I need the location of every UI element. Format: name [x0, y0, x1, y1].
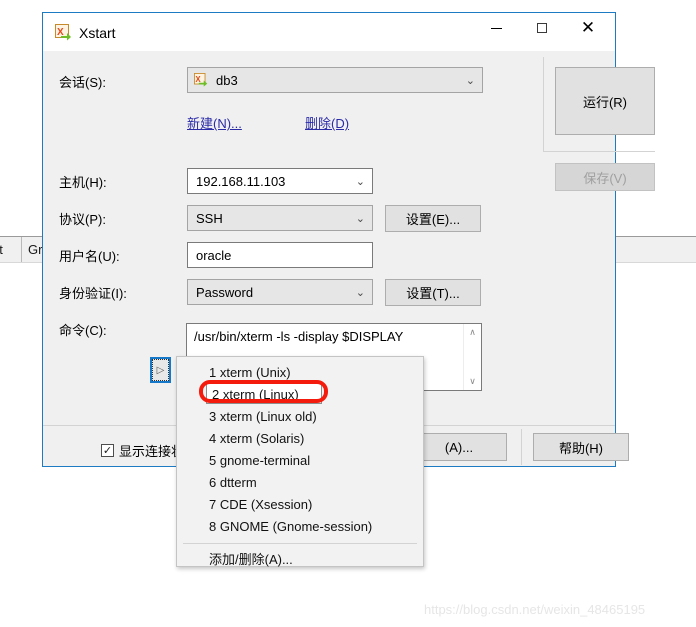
- command-label: 命令(C):: [59, 323, 107, 338]
- session-label: 会话(S):: [59, 75, 106, 90]
- menu-item[interactable]: 7 CDE (Xsession): [177, 494, 423, 516]
- host-combobox[interactable]: 192.168.11.103 ⌄: [187, 168, 373, 194]
- chevron-down-icon: ⌄: [465, 74, 475, 87]
- menu-item[interactable]: 4 xterm (Solaris): [177, 428, 423, 450]
- chevron-down-icon: ⌄: [355, 212, 365, 225]
- chevron-down-icon: ⌄: [355, 286, 365, 299]
- command-scrollbar[interactable]: ∧ ∨: [463, 324, 481, 390]
- right-column-divider: [543, 57, 544, 151]
- protocol-combobox[interactable]: SSH ⌄: [187, 205, 373, 231]
- menu-item-selected[interactable]: 2 xterm (Linux): [177, 383, 423, 406]
- username-label: 用户名(U):: [59, 249, 120, 264]
- authentication-combobox[interactable]: Password ⌄: [187, 279, 373, 305]
- menu-item-add-remove[interactable]: 添加/删除(A)...: [177, 548, 423, 572]
- xstart-icon: X: [55, 24, 71, 41]
- chevron-down-icon: ⌄: [355, 175, 365, 188]
- command-expand-button[interactable]: ▷: [150, 357, 171, 383]
- footer-divider: [521, 429, 522, 465]
- save-button-label: 保存(V): [583, 170, 627, 186]
- menu-item[interactable]: 5 gnome-terminal: [177, 450, 423, 472]
- menu-separator: [183, 543, 417, 544]
- username-value: oracle: [196, 248, 232, 263]
- host-value: 192.168.11.103: [196, 174, 286, 189]
- maximize-button[interactable]: [519, 13, 565, 43]
- protocol-label: 协议(P):: [59, 212, 106, 227]
- authentication-settings-button[interactable]: 设置(T)...: [385, 279, 481, 306]
- checkbox-checked-icon: ✓: [101, 443, 114, 457]
- maximize-icon: [537, 23, 547, 33]
- close-icon: ✕: [580, 17, 596, 38]
- title-bar: X Xstart ✕: [43, 13, 615, 51]
- username-input[interactable]: oracle: [187, 242, 373, 268]
- delete-session-link[interactable]: 删除(D): [305, 115, 349, 133]
- protocol-value: SSH: [196, 211, 223, 226]
- help-button-label: 帮助(H): [558, 440, 604, 456]
- host-label: 主机(H):: [59, 175, 107, 190]
- background-tab-1[interactable]: nt: [0, 237, 22, 262]
- run-button[interactable]: 运行(R): [555, 67, 655, 135]
- right-column-separator: [543, 151, 655, 152]
- run-button-label: 运行(R): [582, 94, 628, 110]
- authentication-label: 身份验证(I):: [59, 286, 127, 301]
- protocol-settings-label: 设置(E)...: [405, 212, 461, 227]
- authentication-settings-label: 设置(T)...: [406, 286, 460, 301]
- session-combobox[interactable]: X db3 ⌄: [187, 67, 483, 93]
- menu-item[interactable]: 3 xterm (Linux old): [177, 406, 423, 428]
- advanced-button-label: (A)...: [444, 439, 474, 455]
- watermark: https://blog.csdn.net/weixin_48465195: [424, 602, 646, 617]
- scroll-down-icon[interactable]: ∨: [464, 373, 481, 390]
- menu-item[interactable]: 1 xterm (Unix): [177, 362, 423, 384]
- svg-text:X: X: [195, 75, 201, 84]
- protocol-settings-button[interactable]: 设置(E)...: [385, 205, 481, 232]
- triangle-right-icon: ▷: [152, 359, 169, 381]
- command-preset-menu[interactable]: 1 xterm (Unix) 2 xterm (Linux) 3 xterm (…: [176, 356, 424, 567]
- authentication-value: Password: [196, 285, 254, 300]
- close-button[interactable]: ✕: [565, 13, 611, 43]
- session-value: db3: [216, 73, 238, 88]
- command-value: /usr/bin/xterm -ls -display $DISPLAY: [194, 329, 404, 344]
- scroll-up-icon[interactable]: ∧: [464, 324, 481, 341]
- help-button[interactable]: 帮助(H): [533, 433, 629, 461]
- xstart-icon: X: [194, 73, 208, 87]
- menu-item-label: 2 xterm (Linux): [212, 387, 299, 402]
- new-session-link[interactable]: 新建(N)...: [187, 115, 242, 133]
- save-button[interactable]: 保存(V): [555, 163, 655, 191]
- menu-item[interactable]: 6 dtterm: [177, 472, 423, 494]
- minimize-icon: [490, 27, 502, 29]
- menu-item[interactable]: 8 GNOME (Gnome-session): [177, 516, 423, 538]
- advanced-button[interactable]: (A)...: [411, 433, 507, 461]
- window-title: Xstart: [79, 25, 116, 41]
- minimize-button[interactable]: [473, 13, 519, 43]
